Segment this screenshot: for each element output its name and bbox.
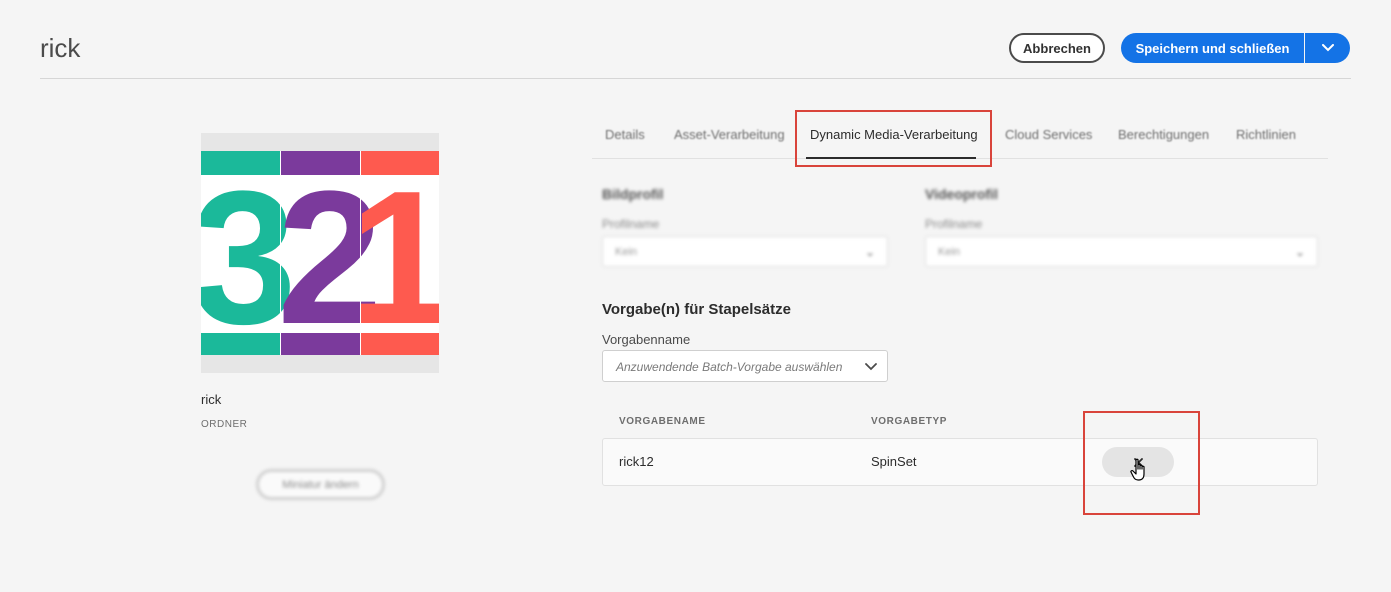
- video-profile-label: Profilname: [925, 217, 983, 231]
- cancel-button[interactable]: Abbrechen: [1009, 33, 1105, 63]
- video-profile-heading: Videoprofil: [925, 186, 998, 202]
- change-thumbnail-button[interactable]: Miniatur ändern: [256, 469, 385, 500]
- video-profile-value: Kein: [938, 246, 961, 258]
- tab-permissions[interactable]: Berechtigungen: [1118, 127, 1209, 142]
- folder-type: ORDNER: [201, 419, 248, 430]
- image-profile-label: Profilname: [602, 217, 660, 231]
- chevron-down-icon: ⌄: [864, 245, 875, 259]
- tab-details[interactable]: Details: [605, 127, 645, 142]
- chevron-down-icon: ⌄: [1294, 245, 1305, 259]
- page-title: rick: [40, 33, 81, 63]
- tab-cloud-services[interactable]: Cloud Services: [1005, 127, 1092, 142]
- video-profile-select[interactable]: Kein ⌄: [925, 236, 1318, 267]
- batch-presets-heading: Vorgabe(n) für Stapelsätze: [602, 301, 791, 318]
- batch-preset-placeholder: Anzuwendende Batch-Vorgabe auswählen: [616, 360, 843, 374]
- tab-policies[interactable]: Richtlinien: [1236, 127, 1296, 142]
- highlight-box-tab: [795, 110, 992, 167]
- header-divider: [40, 78, 1351, 79]
- save-and-close-button[interactable]: Speichern und schließen: [1121, 33, 1304, 63]
- chevron-down-icon: [865, 363, 877, 371]
- tab-asset-processing[interactable]: Asset-Verarbeitung: [674, 127, 785, 142]
- save-options-button[interactable]: [1305, 33, 1350, 63]
- batch-preset-select[interactable]: Anzuwendende Batch-Vorgabe auswählen: [602, 350, 888, 382]
- column-header-preset-type: VORGABETYP: [871, 416, 948, 427]
- highlight-box-remove: [1083, 411, 1200, 515]
- image-profile-select[interactable]: Kein ⌄: [602, 236, 888, 267]
- folder-name: rick: [201, 392, 222, 407]
- image-profile-heading: Bildprofil: [602, 186, 664, 202]
- chevron-down-icon: [1321, 44, 1334, 52]
- table-row: rick12 SpinSet: [602, 438, 1318, 486]
- column-header-preset-name: VORGABENAME: [619, 416, 706, 427]
- preset-name-cell: rick12: [619, 454, 654, 469]
- folder-thumbnail: 3 2 1: [201, 151, 439, 355]
- preset-name-label: Vorgabenname: [602, 332, 691, 347]
- preset-type-cell: SpinSet: [871, 454, 917, 469]
- digit-1: 1: [349, 152, 439, 355]
- image-profile-value: Kein: [615, 246, 638, 258]
